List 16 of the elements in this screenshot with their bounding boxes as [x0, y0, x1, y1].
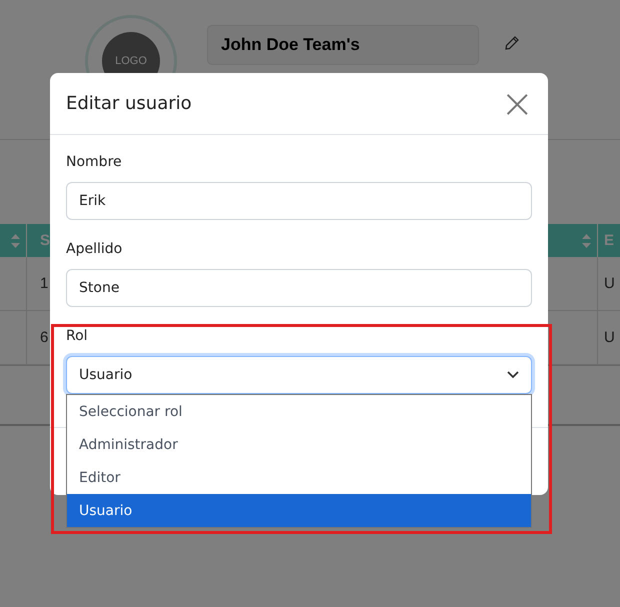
field-label: Nombre — [66, 153, 122, 171]
sort-icon[interactable] — [11, 234, 20, 248]
team-name-field[interactable]: John Doe Team's — [207, 25, 479, 65]
modal-title: Editar usuario — [66, 93, 192, 114]
select-field[interactable]: Usuario — [66, 356, 532, 394]
field-label: Apellido — [66, 240, 122, 258]
sort-icon[interactable] — [582, 234, 591, 248]
chevron-icon — [507, 371, 519, 379]
column-header[interactable] — [0, 224, 27, 257]
dropdown-option[interactable]: Usuario — [67, 494, 531, 527]
close-button[interactable]: × — [500, 88, 534, 118]
table-cell: U — [598, 311, 620, 365]
field-label: Rol — [66, 327, 88, 345]
input-field[interactable]: Stone — [66, 269, 532, 307]
table-cell: U — [598, 257, 620, 311]
input-field[interactable]: Erik — [66, 182, 532, 220]
